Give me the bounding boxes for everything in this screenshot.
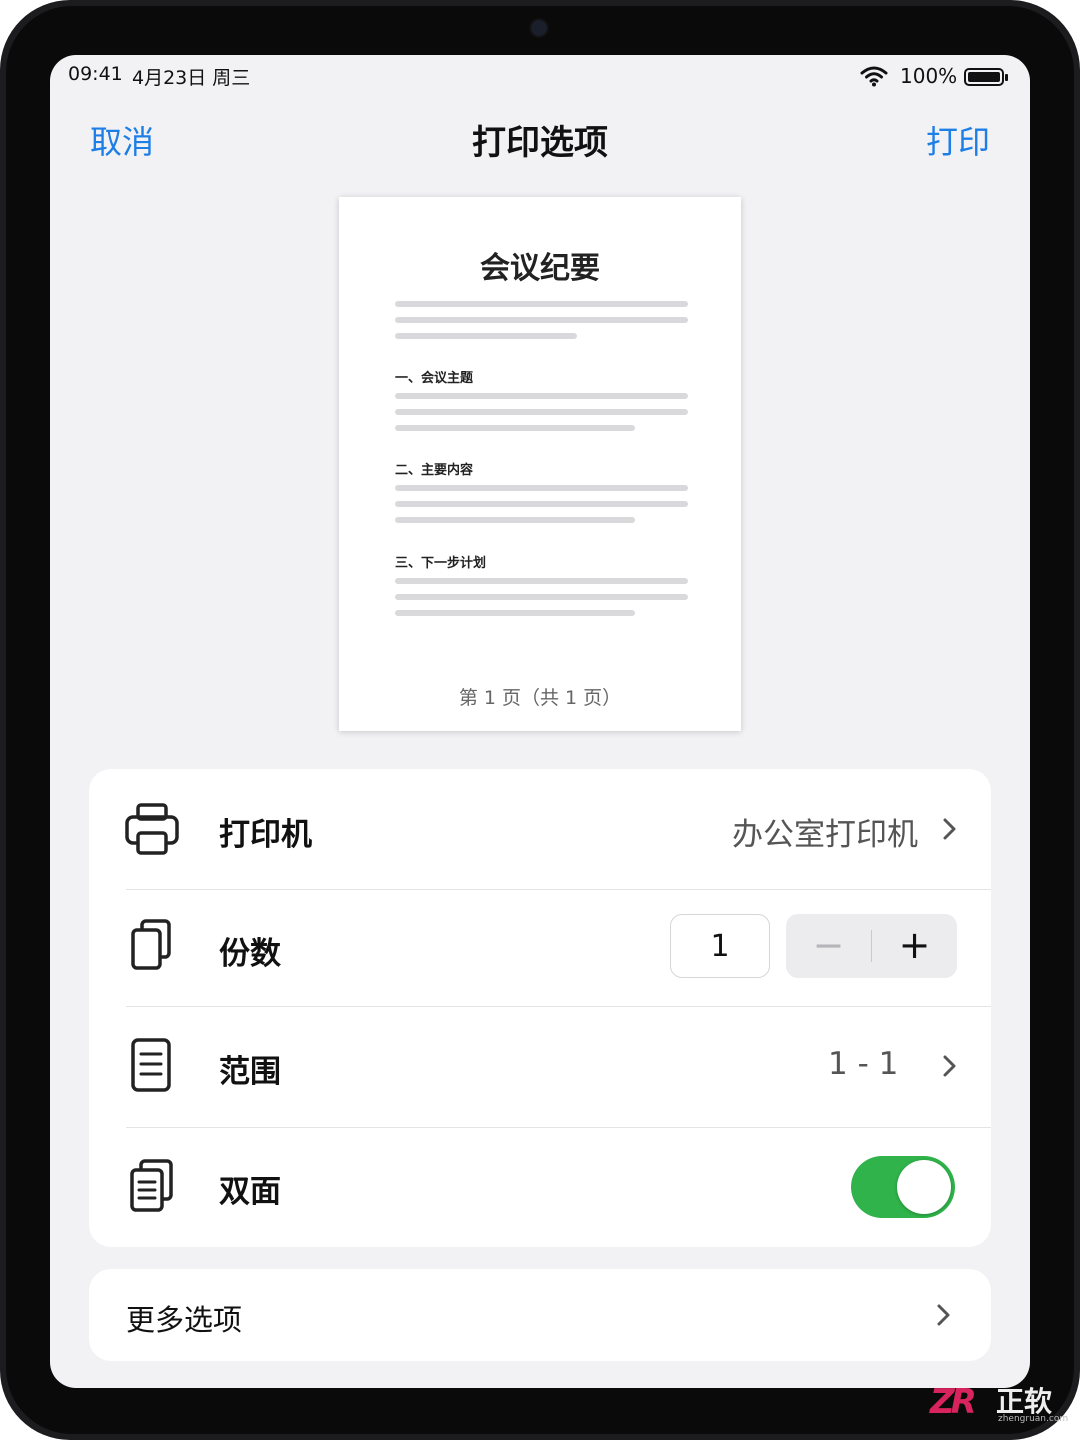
document-icon (131, 1038, 171, 1092)
duplex-icon (130, 1159, 173, 1212)
section-heading: 一、会议主题 (395, 371, 474, 386)
print-button[interactable]: 打印 (926, 117, 990, 163)
document-title: 会议纪要 (480, 251, 600, 286)
range-label: 范围 (219, 1054, 281, 1090)
range-value: 1 - 1 (828, 1046, 899, 1082)
battery-percentage: 100% (900, 64, 958, 88)
watermark: ZR 正软 zhengruan.com (930, 1380, 1070, 1428)
more-options-row[interactable]: 更多选项 (89, 1269, 991, 1361)
watermark-logo: ZR (930, 1382, 977, 1422)
battery-icon (964, 68, 1008, 86)
print-options-card: 打印机 办公室打印机 份数 1 − + 范围 1 - 1 双面 (89, 769, 991, 1247)
duplex-label: 双面 (219, 1174, 281, 1210)
range-row[interactable]: 范围 1 - 1 (89, 1007, 991, 1127)
copies-icon (131, 919, 171, 970)
text-line (395, 517, 635, 523)
chevron-right-icon (943, 818, 956, 840)
more-options-label: 更多选项 (126, 1303, 243, 1337)
ipad-frame: 09:41 4月23日 周三 100% 打印选项 取消 打印 会议纪要 一、会议… (0, 0, 1080, 1440)
section-heading: 二、主要内容 (395, 463, 474, 478)
section-heading: 三、下一步计划 (395, 556, 487, 571)
text-line (395, 393, 688, 399)
text-line (395, 317, 688, 323)
page-preview[interactable]: 会议纪要 一、会议主题 二、主要内容 三、下一步计划 第 1 页（共 1 页） (339, 197, 741, 731)
front-camera (531, 20, 547, 36)
printer-icon (125, 803, 179, 855)
increment-button[interactable]: + (872, 914, 957, 978)
text-line (395, 578, 688, 584)
status-time: 09:41 (68, 63, 123, 85)
status-bar: 09:41 4月23日 周三 100% (50, 55, 1030, 95)
printer-row[interactable]: 打印机 办公室打印机 (89, 769, 991, 889)
text-line (395, 594, 688, 600)
text-line (395, 485, 688, 491)
chevron-right-icon (937, 1304, 950, 1326)
printer-value: 办公室打印机 (732, 817, 918, 853)
text-line (395, 610, 635, 616)
text-line (395, 333, 577, 339)
wifi-icon (860, 66, 888, 87)
duplex-toggle[interactable] (851, 1156, 955, 1218)
watermark-subtext: zhengruan.com (998, 1414, 1069, 1424)
cancel-button[interactable]: 取消 (90, 117, 154, 163)
copies-row: 份数 1 − + (89, 890, 991, 1006)
screen: 09:41 4月23日 周三 100% 打印选项 取消 打印 会议纪要 一、会议… (50, 55, 1030, 1388)
toggle-knob (897, 1160, 951, 1214)
decrement-button[interactable]: − (786, 914, 871, 978)
page-number: 第 1 页（共 1 页） (458, 687, 622, 709)
duplex-row: 双面 (89, 1128, 991, 1247)
text-line (395, 501, 688, 507)
text-line (395, 409, 688, 415)
text-line (395, 301, 688, 307)
copies-label: 份数 (219, 936, 281, 972)
status-date: 4月23日 周三 (132, 67, 251, 89)
chevron-right-icon (943, 1055, 956, 1077)
text-line (395, 425, 635, 431)
copies-count-field[interactable]: 1 (670, 914, 770, 978)
page-title: 打印选项 (472, 123, 608, 163)
copies-stepper: − + (786, 914, 957, 978)
printer-label: 打印机 (219, 817, 312, 853)
